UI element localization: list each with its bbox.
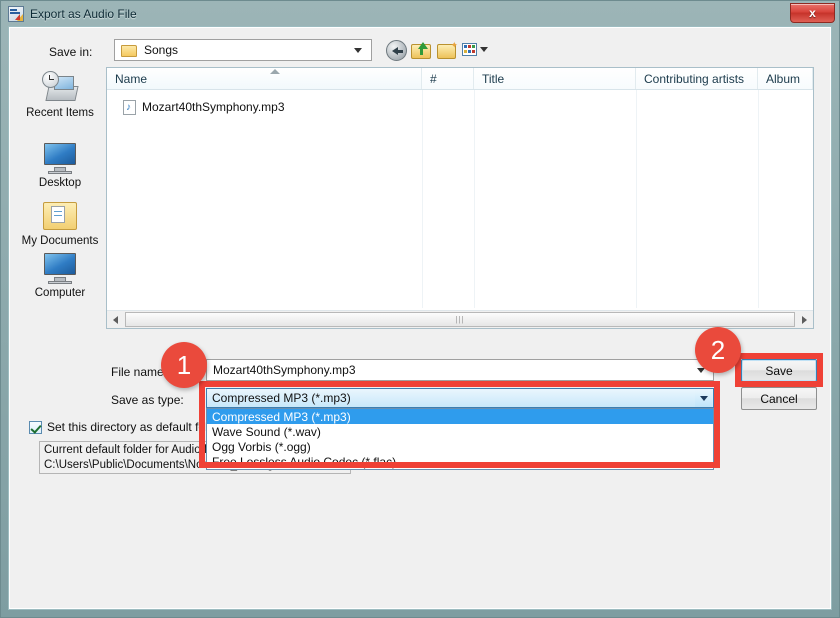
chevron-down-icon[interactable] bbox=[697, 368, 705, 373]
file-name-label: Mozart40thSymphony.mp3 bbox=[142, 100, 285, 114]
scrollbar-thumb[interactable]: ||| bbox=[125, 312, 795, 327]
sidebar-item-label: Desktop bbox=[39, 177, 81, 189]
set-default-folder-checkbox[interactable]: Set this directory as default folder bbox=[29, 420, 225, 434]
folder-icon bbox=[121, 44, 137, 57]
dropdown-option[interactable]: Compressed MP3 (*.mp3) bbox=[207, 409, 713, 424]
close-icon[interactable]: x bbox=[790, 3, 835, 23]
save-as-type-combo[interactable]: Compressed MP3 (*.mp3) bbox=[206, 388, 714, 408]
my-documents-icon bbox=[41, 199, 79, 232]
file-list[interactable]: Name # Title Contributing artists Album … bbox=[106, 67, 814, 329]
dropdown-option[interactable]: Ogg Vorbis (*.ogg) bbox=[207, 439, 713, 454]
column-header-number[interactable]: # bbox=[422, 68, 474, 89]
chevron-down-icon[interactable] bbox=[695, 389, 712, 407]
back-navigation-icon[interactable] bbox=[386, 40, 407, 61]
sidebar-item-label: My Documents bbox=[22, 235, 99, 247]
sidebar-item-my-documents[interactable]: My Documents bbox=[19, 199, 101, 247]
music-file-icon: ♪ bbox=[123, 100, 136, 115]
window-titlebar: Export as Audio File x bbox=[1, 1, 840, 26]
scroll-right-arrow-icon[interactable] bbox=[796, 312, 813, 328]
file-name-input[interactable]: Mozart40thSymphony.mp3 bbox=[206, 359, 714, 381]
sidebar-item-label: Recent Items bbox=[26, 107, 94, 119]
chevron-down-icon bbox=[354, 48, 362, 53]
checkbox-checked-icon[interactable] bbox=[29, 421, 42, 434]
list-item[interactable]: ♪ Mozart40thSymphony.mp3 bbox=[107, 98, 285, 116]
save-as-type-value: Compressed MP3 (*.mp3) bbox=[212, 391, 695, 405]
app-export-icon bbox=[8, 6, 24, 22]
file-name-label-static: File name: bbox=[111, 365, 167, 379]
column-header-contributing-artists[interactable]: Contributing artists bbox=[636, 68, 758, 89]
column-header-album[interactable]: Album bbox=[758, 68, 813, 89]
save-button[interactable]: Save bbox=[741, 359, 817, 382]
save-in-value: Songs bbox=[144, 43, 354, 57]
views-chevron-down-icon[interactable] bbox=[480, 47, 488, 52]
file-list-body[interactable]: ♪ Mozart40thSymphony.mp3 bbox=[107, 90, 813, 308]
computer-icon bbox=[41, 251, 79, 284]
dropdown-option[interactable]: Free Lossless Audio Codec (*.flac) bbox=[207, 454, 713, 469]
recent-items-icon bbox=[41, 71, 79, 104]
sort-ascending-icon bbox=[270, 69, 280, 74]
column-header-name[interactable]: Name bbox=[107, 68, 422, 89]
file-name-value: Mozart40thSymphony.mp3 bbox=[213, 363, 697, 377]
dropdown-option[interactable]: Wave Sound (*.wav) bbox=[207, 424, 713, 439]
up-one-level-icon[interactable] bbox=[411, 40, 432, 61]
export-as-audio-file-window: Export as Audio File x Save in: Songs ✦ bbox=[0, 0, 840, 618]
file-list-header: Name # Title Contributing artists Album bbox=[107, 68, 813, 90]
window-title: Export as Audio File bbox=[30, 7, 137, 21]
sidebar-item-computer[interactable]: Computer bbox=[19, 251, 101, 299]
sidebar-item-desktop[interactable]: Desktop bbox=[19, 141, 101, 189]
cancel-button[interactable]: Cancel bbox=[741, 387, 817, 410]
views-icon[interactable] bbox=[460, 40, 481, 61]
sidebar-item-label: Computer bbox=[35, 287, 86, 299]
save-as-type-label: Save as type: bbox=[111, 393, 184, 407]
sidebar-item-recent-items[interactable]: Recent Items bbox=[19, 71, 101, 119]
checkbox-label: Set this directory as default folder bbox=[47, 420, 225, 434]
desktop-icon bbox=[41, 141, 79, 174]
create-new-folder-icon[interactable]: ✦ bbox=[437, 40, 458, 61]
column-header-title[interactable]: Title bbox=[474, 68, 636, 89]
save-in-label: Save in: bbox=[49, 45, 92, 59]
scroll-left-arrow-icon[interactable] bbox=[107, 312, 124, 328]
save-as-type-dropdown-list[interactable]: Compressed MP3 (*.mp3) Wave Sound (*.wav… bbox=[206, 408, 714, 470]
horizontal-scrollbar[interactable]: ||| bbox=[107, 310, 813, 328]
save-in-combo[interactable]: Songs bbox=[114, 39, 372, 61]
